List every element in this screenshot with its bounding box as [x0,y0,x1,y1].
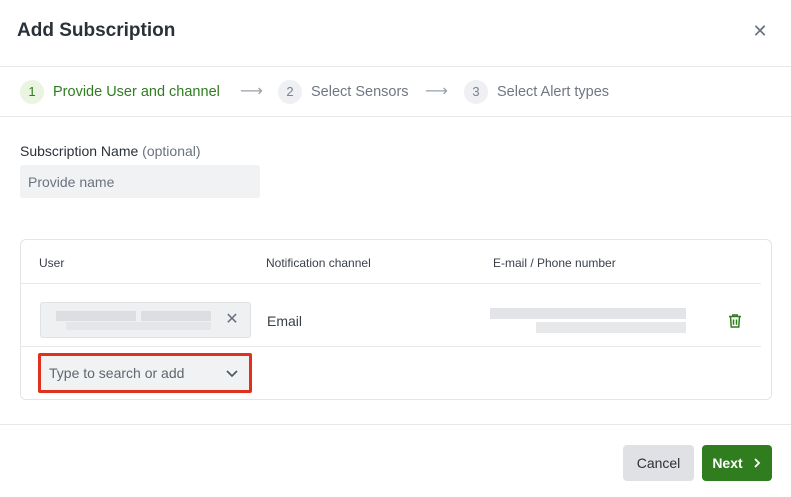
add-user-select[interactable] [38,353,252,393]
column-header-user: User [39,256,65,270]
row-divider [21,283,761,284]
arrow-right-icon: ⟶ [425,83,448,100]
cancel-button[interactable]: Cancel [623,445,694,481]
add-user-search-input[interactable] [41,356,221,390]
footer-divider [0,424,791,425]
close-icon[interactable]: ✕ [750,21,770,41]
step-select-alert-types[interactable]: 3 Select Alert types [464,80,609,104]
redacted-user [56,311,136,321]
notification-channel: Email [267,313,303,329]
redacted-user [66,322,211,330]
stepper: 1 Provide User and channel ⟶ 2 Select Se… [0,67,791,117]
step-provide-user[interactable]: 1 Provide User and channel [20,80,220,104]
remove-user-icon[interactable]: ✕ [222,310,242,330]
next-button[interactable]: Next [702,445,772,481]
column-header-contact: E-mail / Phone number [493,256,616,270]
dialog-title: Add Subscription [17,20,176,41]
selected-user-chip[interactable]: ✕ [40,302,251,338]
step-number: 1 [20,80,44,104]
arrow-right-icon: ⟶ [240,83,263,100]
users-table: User Notification channel E-mail / Phone… [20,239,772,400]
step-select-sensors[interactable]: 2 Select Sensors [278,80,409,104]
next-button-label: Next [712,455,743,471]
subscription-name-input[interactable] [20,165,260,198]
redacted-user [141,311,211,321]
optional-hint: (optional) [142,143,201,159]
step-label: Select Alert types [497,84,610,100]
step-number: 2 [278,80,302,104]
trash-icon[interactable] [726,312,744,330]
dialog-header: Add Subscription ✕ [0,0,791,67]
step-number: 3 [464,80,488,104]
row-divider [21,346,761,347]
column-header-channel: Notification channel [266,256,371,270]
step-label: Select Sensors [311,84,409,100]
step-label: Provide User and channel [53,84,220,100]
subscription-name-label-text: Subscription Name [20,143,139,159]
subscription-name-label: Subscription Name (optional) [20,143,201,159]
add-user-select-field [41,356,249,390]
chevron-right-icon [754,458,760,468]
chevron-down-icon[interactable] [224,365,240,381]
